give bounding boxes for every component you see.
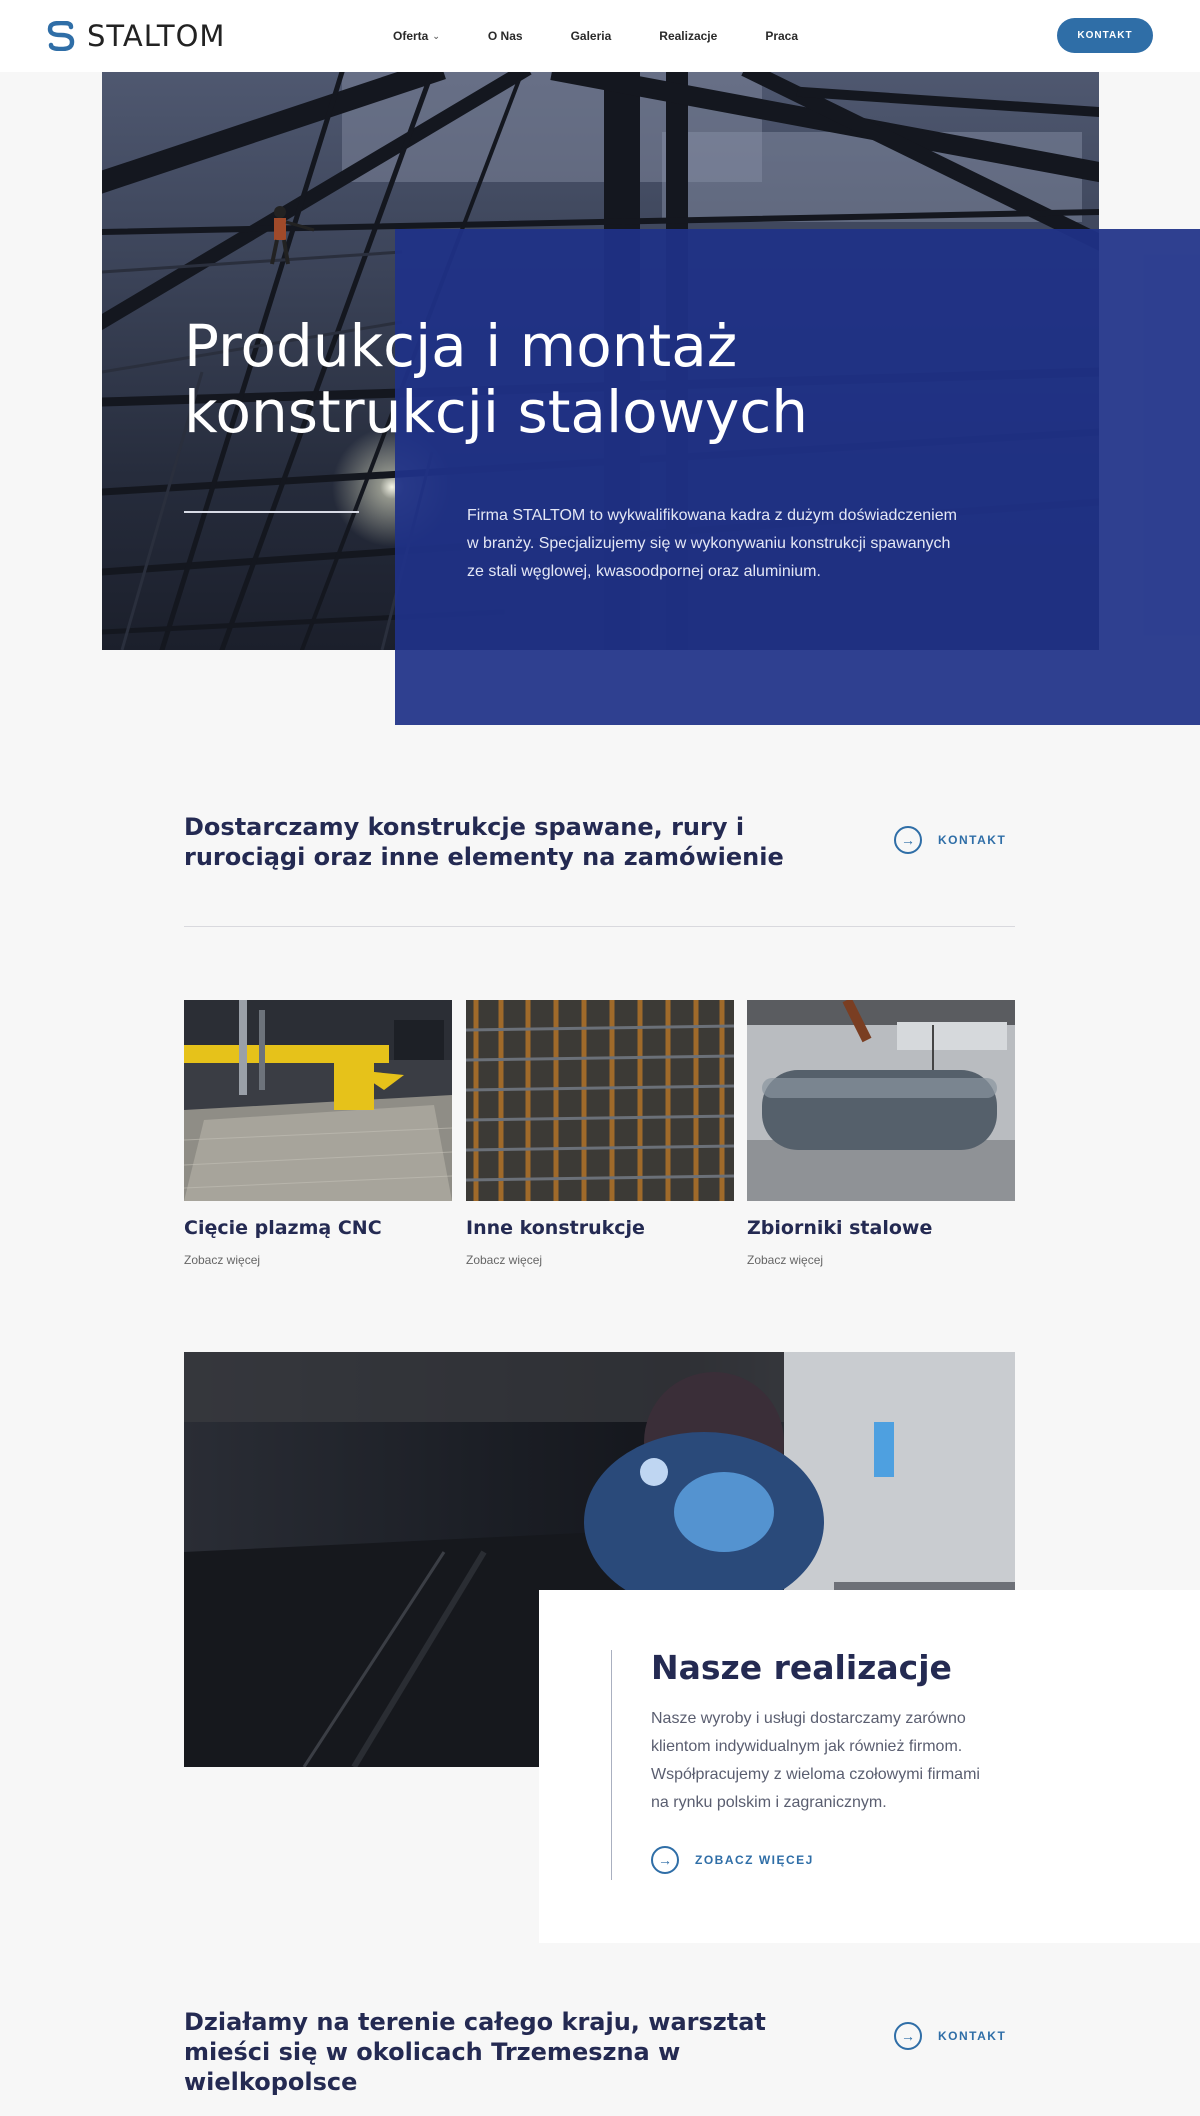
nav-item-label: Realizacje — [659, 29, 718, 43]
nav-item-praca[interactable]: Praca — [765, 29, 798, 43]
nav-item-oferta[interactable]: Oferta ⌄ — [393, 29, 440, 43]
nav-item-label: Oferta — [393, 29, 429, 43]
arrow-right-circle-icon: → — [651, 1846, 679, 1874]
offer-image-tanks — [747, 1000, 1015, 1201]
site-header: STALTOM Oferta ⌄ O Nas Galeria Realizacj… — [0, 0, 1200, 72]
intro-contact-link[interactable]: → KONTAKT — [894, 826, 1006, 854]
offer-title: Zbiorniki stalowe — [747, 1217, 933, 1239]
offer-title: Inne konstrukcje — [466, 1217, 645, 1239]
hero-title-line-1: Produkcja i montaż — [184, 312, 738, 380]
logo-text: STALTOM — [87, 19, 226, 53]
offer-image-constructions — [466, 1000, 734, 1201]
realizations-text: Nasze wyroby i usługi dostarczamy zarówn… — [651, 1710, 980, 1811]
offer-more-link[interactable]: Zobacz więcej — [466, 1253, 734, 1267]
hero-blue-overlay — [395, 229, 1200, 725]
offer-card-tanks[interactable]: Zbiorniki stalowe Zobacz więcej — [747, 1000, 1015, 1267]
coverage-heading: Działamy na terenie całego kraju, warszt… — [184, 2008, 766, 2096]
offer-more-link[interactable]: Zobacz więcej — [747, 1253, 1015, 1267]
nav-item-realizacje[interactable]: Realizacje — [659, 29, 717, 43]
offer-image-plasma — [184, 1000, 452, 1201]
nav-item-label: Galeria — [570, 29, 612, 43]
nav-item-galeria[interactable]: Galeria — [571, 29, 612, 43]
offer-card-constructions[interactable]: Inne konstrukcje Zobacz więcej — [466, 1000, 734, 1267]
nav-item-label: O Nas — [487, 29, 523, 43]
offer-card-plasma[interactable]: Cięcie plazmą CNC Zobacz więcej — [184, 1000, 452, 1267]
arrow-right-circle-icon: → — [894, 2022, 922, 2050]
offer-title: Cięcie plazmą CNC — [184, 1217, 382, 1239]
header-contact-button[interactable]: KONTAKT — [1057, 18, 1153, 53]
realizations-card: Nasze realizacje Nasze wyroby i usługi d… — [539, 1590, 1200, 1943]
coverage-contact-link[interactable]: → KONTAKT — [894, 2022, 1006, 2050]
intro-heading: Dostarczamy konstrukcje spawane, rury i … — [184, 813, 784, 871]
hero-divider — [184, 511, 359, 513]
realizations-more-label: ZOBACZ WIĘCEJ — [695, 1853, 814, 1867]
main-nav: Oferta ⌄ O Nas Galeria Realizacje Praca — [393, 0, 798, 72]
arrow-right-circle-icon: → — [894, 826, 922, 854]
logo-icon — [47, 21, 75, 51]
logo[interactable]: STALTOM — [45, 19, 226, 53]
chevron-down-icon: ⌄ — [432, 30, 440, 41]
realizations-accent-bar — [611, 1650, 612, 1880]
hero-title-line-2: konstrukcji stalowych — [184, 378, 808, 446]
offer-more-link[interactable]: Zobacz więcej — [184, 1253, 452, 1267]
hero-title: Produkcja i montaż konstrukcji stalowych — [184, 313, 944, 445]
realizations-title: Nasze realizacje — [651, 1648, 952, 1687]
coverage-contact-label: KONTAKT — [938, 2029, 1007, 2043]
intro-contact-label: KONTAKT — [938, 833, 1007, 847]
nav-item-o-nas[interactable]: O Nas — [488, 29, 523, 43]
section-divider — [184, 926, 1015, 927]
nav-item-label: Praca — [765, 29, 799, 43]
hero-description: Firma STALTOM to wykwalifikowana kadra z… — [467, 507, 957, 580]
realizations-more-link[interactable]: → ZOBACZ WIĘCEJ — [651, 1846, 814, 1874]
